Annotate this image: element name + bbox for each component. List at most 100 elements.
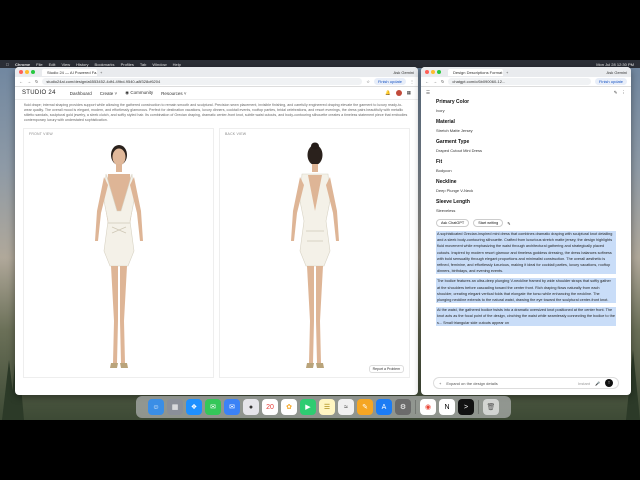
freeform-icon[interactable]: ≈	[338, 399, 354, 415]
nav-create-label: Create	[99, 90, 114, 96]
more-options-icon[interactable]: ⋮	[622, 90, 627, 96]
finder-icon[interactable]: ☺	[148, 399, 164, 415]
menu-window[interactable]: Window	[152, 62, 166, 67]
studio24-logo[interactable]: STUDIO 24	[22, 90, 56, 96]
contacts-icon[interactable]: ●	[243, 399, 259, 415]
calendar-icon[interactable]: 20	[262, 399, 278, 415]
terminal-icon[interactable]: >	[458, 399, 474, 415]
new-chat-icon[interactable]: ✎	[614, 90, 618, 96]
composer-input[interactable]: Expand on the design details	[446, 381, 497, 386]
report-problem-button[interactable]: Report a Problem	[368, 365, 404, 373]
back-arrow-icon[interactable]: ←	[19, 79, 23, 84]
zoom-window-button[interactable]	[437, 70, 441, 74]
sidebar-toggle-icon[interactable]: ☰	[426, 90, 430, 96]
app-navbar: STUDIO 24 Dashboard Create ˅ ◉ Community…	[15, 87, 418, 100]
ask-chatgpt-button[interactable]: Ask ChatGPT	[436, 219, 470, 227]
nav-resources[interactable]: Resources ˅	[161, 91, 186, 96]
nav-dashboard[interactable]: Dashboard	[70, 91, 92, 96]
new-tab-icon[interactable]: +	[100, 70, 102, 75]
finish-update-button[interactable]: Finish update	[373, 78, 406, 85]
menu-bookmarks[interactable]: Bookmarks	[95, 62, 115, 67]
back-view-label: BACK VIEW	[225, 132, 247, 136]
nav-community[interactable]: ◉ Community	[125, 90, 153, 96]
menu-view[interactable]: View	[61, 62, 70, 67]
user-avatar[interactable]	[395, 90, 402, 96]
chevron-down-icon: ˅	[114, 90, 118, 96]
forward-arrow-icon[interactable]: →	[433, 79, 437, 84]
window-controls	[19, 70, 35, 74]
reload-icon[interactable]: ↻	[35, 79, 38, 84]
window-controls	[425, 70, 441, 74]
menu-chrome[interactable]: Chrome	[15, 62, 30, 67]
chrome-icon[interactable]: ◉	[420, 399, 436, 415]
url-field[interactable]: chatgpt.com/c/6b090060-12...	[448, 78, 591, 85]
menu-help[interactable]: Help	[173, 62, 181, 67]
system-settings-icon[interactable]: ⚙	[395, 399, 411, 415]
safari-icon[interactable]: ❖	[186, 399, 202, 415]
chat-message-area: Primary Color Ivory Material Stretch Mat…	[421, 99, 631, 369]
front-view-label: FRONT VIEW	[29, 132, 53, 136]
menu-profiles[interactable]: Profiles	[121, 62, 134, 67]
launchpad-icon[interactable]: ▦	[167, 399, 183, 415]
zoom-window-button[interactable]	[31, 70, 35, 74]
nav-community-label: Community	[130, 90, 154, 95]
start-writing-button[interactable]: Start writing	[473, 219, 504, 227]
response-paragraph: A sophisticated Grecian-inspired mini dr…	[436, 231, 616, 275]
header-actions: ✎ ⋮	[614, 90, 626, 96]
app-store-icon[interactable]: A	[376, 399, 392, 415]
microphone-icon[interactable]: 🎤	[595, 381, 600, 386]
minimize-window-button[interactable]	[25, 70, 29, 74]
menu-file[interactable]: File	[36, 62, 42, 67]
tab-bar: Studio 24 — AI Powered Fa... + Ask Gemin…	[15, 67, 418, 77]
mail-icon[interactable]: ✉	[224, 399, 240, 415]
menu-edit[interactable]: Edit	[49, 62, 56, 67]
ask-gemini-button[interactable]: Ask Gemini	[607, 70, 627, 75]
attr-value-neckline: Deep Plunge V-Neck	[436, 188, 474, 193]
pencil-icon[interactable]: ✎	[507, 221, 510, 226]
star-icon[interactable]: ☆	[366, 79, 370, 84]
browser-tab-studio24[interactable]: Studio 24 — AI Powered Fa...	[42, 68, 97, 76]
send-button[interactable]: ↑	[605, 379, 613, 387]
minimize-window-button[interactable]	[431, 70, 435, 74]
selection-toolbar: Ask ChatGPT Start writing ✎	[436, 219, 616, 227]
trash-icon[interactable]: 🗑	[483, 399, 499, 415]
back-arrow-icon[interactable]: ←	[425, 79, 429, 84]
navbar-right-actions: 🔔 ▦	[385, 90, 411, 96]
facetime-icon[interactable]: ▶	[300, 399, 316, 415]
notification-bell-icon[interactable]: 🔔	[385, 90, 391, 96]
messages-icon[interactable]: ✉	[205, 399, 221, 415]
nav-create[interactable]: Create ˅	[100, 91, 117, 96]
apple-icon[interactable]: 	[6, 62, 9, 67]
macos-dock: ☺ ▦ ❖ ✉ ✉ ● 20 ✿ ▶ ☰ ≈ ✎ A ⚙ ◉ N > 🗑	[136, 396, 511, 418]
browser-tab-chatgpt[interactable]: Design Descriptions Format	[448, 68, 503, 76]
new-tab-icon[interactable]: +	[506, 70, 508, 75]
close-window-button[interactable]	[425, 70, 429, 74]
grid-menu-icon[interactable]: ▦	[407, 90, 411, 96]
attr-label-sleeve-length: Sleeve Length	[436, 199, 470, 205]
attr-value-primary-color: Ivory	[436, 108, 445, 113]
reload-icon[interactable]: ↻	[441, 79, 444, 84]
message-composer: + Expand on the design details Instant 🎤…	[433, 377, 619, 389]
pages-icon[interactable]: ✎	[357, 399, 373, 415]
back-view-figure	[290, 142, 339, 368]
chatgpt-header: ☰ ✎ ⋮	[421, 87, 631, 99]
notion-icon[interactable]: N	[439, 399, 455, 415]
menu-tab[interactable]: Tab	[140, 62, 146, 67]
close-window-button[interactable]	[19, 70, 23, 74]
attach-plus-icon[interactable]: +	[439, 381, 441, 386]
front-view-figure	[94, 145, 143, 368]
menubar-clock[interactable]: Mon Jul 28 12:30 PM	[596, 62, 634, 67]
kebab-menu-icon[interactable]: ⋮	[410, 79, 414, 84]
notes-icon[interactable]: ☰	[319, 399, 335, 415]
menu-history[interactable]: History	[76, 62, 88, 67]
ask-gemini-button[interactable]: Ask Gemini	[394, 70, 414, 75]
attr-value-garment-type: Draped Cutout Mini Dress	[436, 148, 483, 153]
forward-arrow-icon[interactable]: →	[27, 79, 31, 84]
chatgpt-browser-window: Design Descriptions Format + Ask Gemini …	[421, 67, 631, 395]
model-mode-selector[interactable]: Instant	[578, 381, 590, 386]
photos-icon[interactable]: ✿	[281, 399, 297, 415]
attr-value-fit: Bodycon	[436, 168, 452, 173]
community-icon: ◉	[125, 90, 130, 95]
finish-update-button[interactable]: Finish update	[594, 78, 627, 85]
url-field[interactable]: studio24ai.com/design/a6553452-4df4-49bd…	[42, 78, 363, 85]
